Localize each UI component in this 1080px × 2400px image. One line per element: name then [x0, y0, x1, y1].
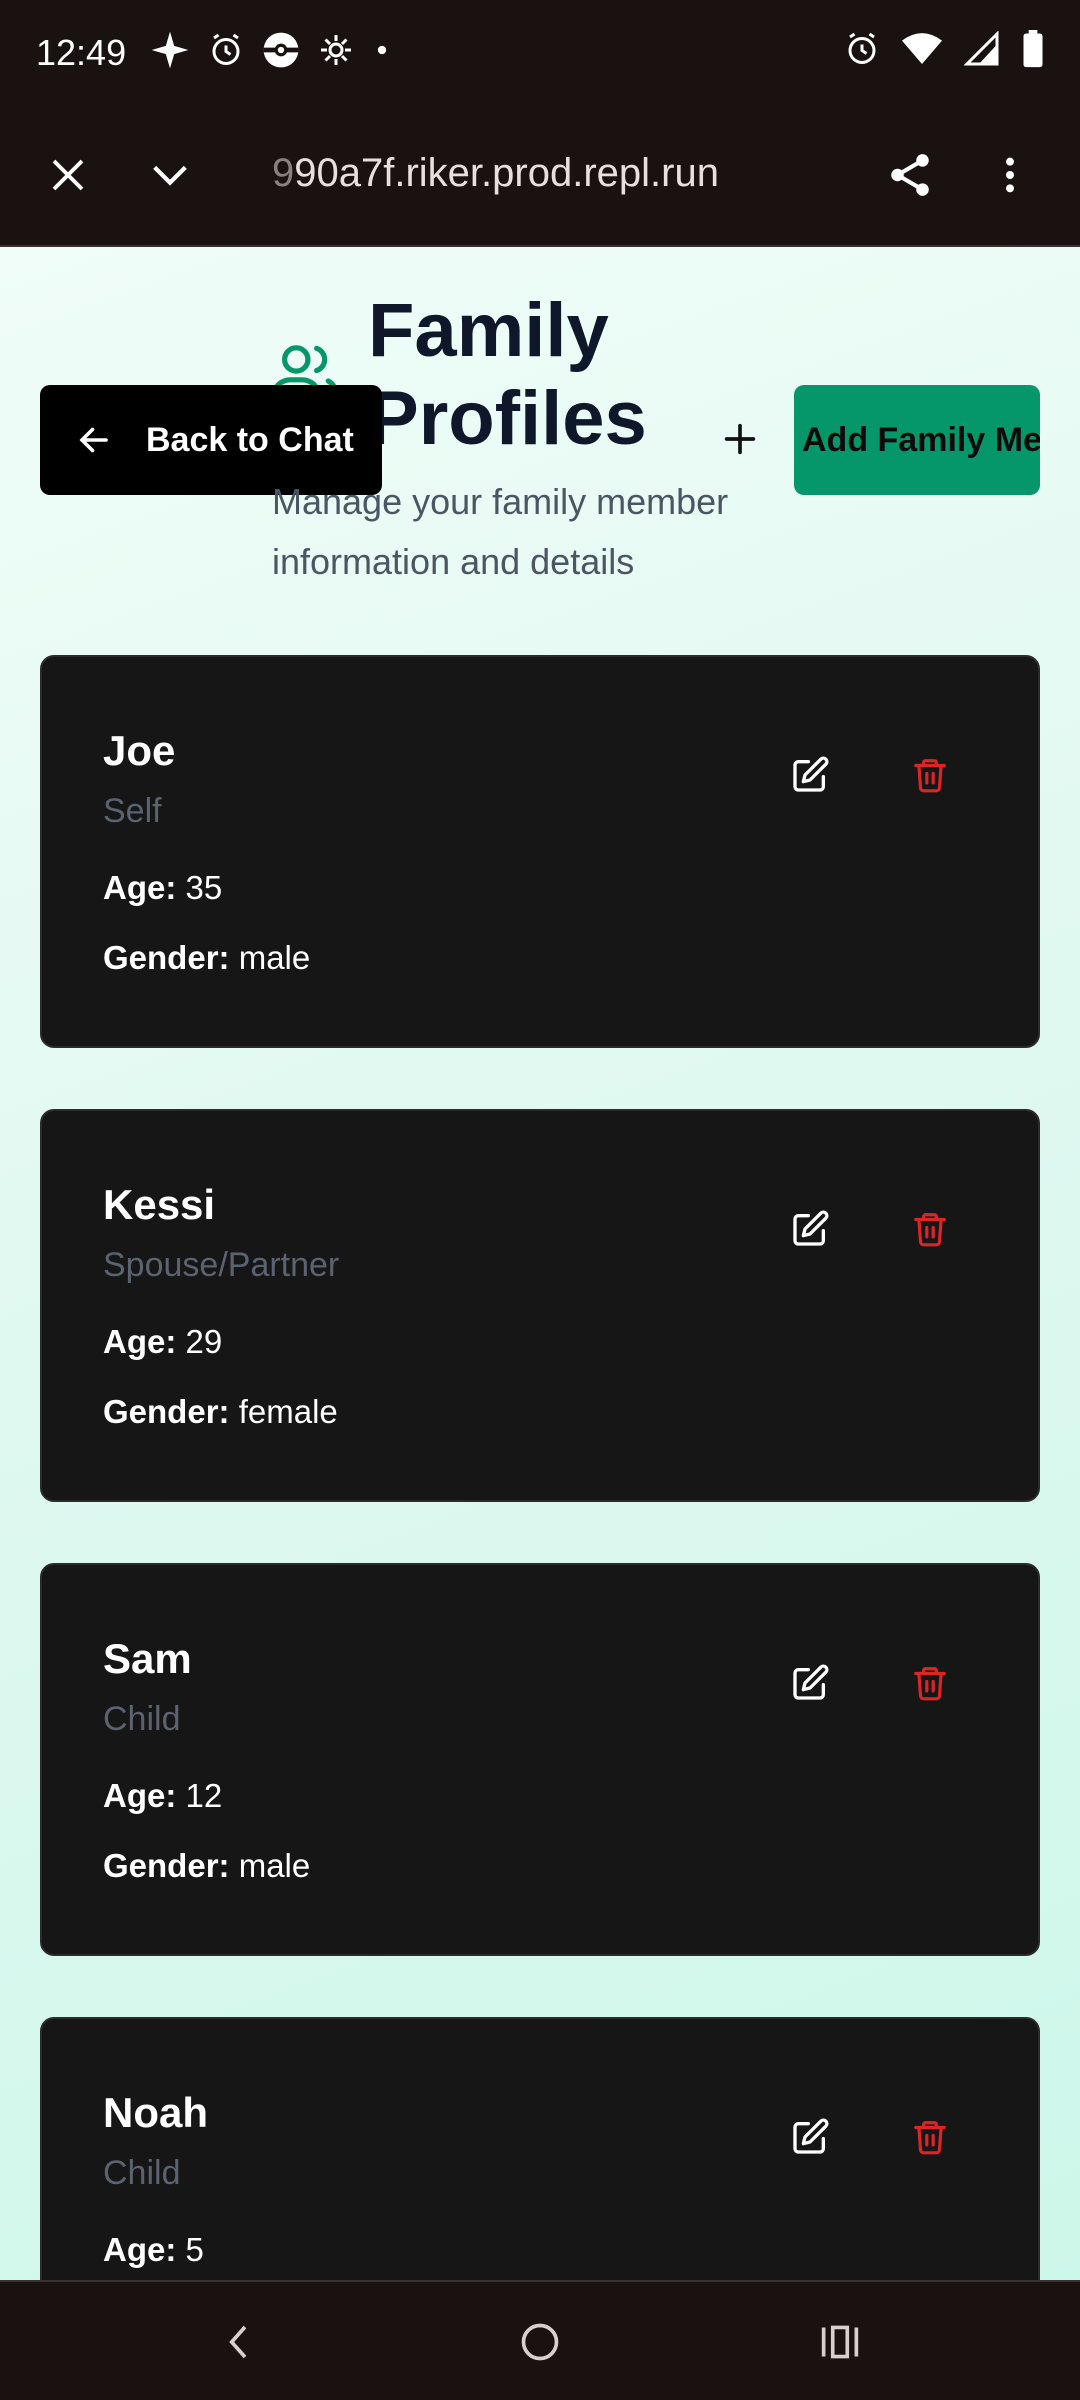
- alarm-icon: [212, 33, 240, 65]
- member-card: Noah Child Age: 5: [40, 2017, 1040, 2280]
- share-button[interactable]: [880, 145, 940, 205]
- nav-back-button[interactable]: [210, 2312, 270, 2372]
- home-circle-icon: [521, 2323, 559, 2361]
- add-family-member-button[interactable]: Add Family Member: [794, 385, 1040, 495]
- status-left-icons: [150, 30, 392, 70]
- delete-button[interactable]: [900, 745, 960, 805]
- age-value: 12: [185, 1777, 223, 1814]
- nav-home-button[interactable]: [510, 2312, 570, 2372]
- page-title: Family Profiles: [368, 288, 647, 461]
- signal-icon: [964, 31, 999, 66]
- url-field[interactable]: 990a7f.riker.prod.repl.run: [272, 151, 719, 196]
- age-label: Age:: [103, 1777, 177, 1814]
- edit-icon: [793, 1210, 829, 1246]
- gender-label: Gender:: [103, 939, 230, 976]
- member-age: Age: 5: [103, 2231, 204, 2269]
- status-time: 12:49: [36, 32, 127, 73]
- nav-recents-button[interactable]: [810, 2312, 870, 2372]
- gender-value: male: [238, 939, 311, 976]
- delete-button[interactable]: [900, 2107, 960, 2167]
- member-relation: Child: [103, 2154, 181, 2192]
- system-nav-bar: [0, 2280, 1080, 2400]
- add-family-member-label: Add Family Member: [802, 420, 1040, 459]
- age-value: 29: [185, 1323, 223, 1360]
- member-relation: Self: [103, 792, 162, 830]
- url-faded-prefix: 9: [272, 151, 295, 195]
- age-value: 5: [185, 2231, 204, 2268]
- edit-icon: [793, 2118, 829, 2154]
- member-age: Age: 29: [103, 1323, 222, 1361]
- member-name: Sam: [103, 1635, 192, 1682]
- trash-icon: [914, 1667, 946, 1701]
- age-label: Age:: [103, 869, 177, 906]
- age-label: Age:: [103, 1323, 177, 1360]
- dot-icon: [377, 45, 387, 55]
- edit-button[interactable]: [780, 2107, 840, 2167]
- delete-button[interactable]: [900, 1199, 960, 1259]
- member-relation: Child: [103, 1700, 181, 1738]
- battery-icon: [1023, 30, 1043, 68]
- collapse-button[interactable]: [140, 145, 200, 205]
- status-right-icons: [844, 30, 1044, 68]
- member-age: Age: 12: [103, 1777, 222, 1815]
- gender-value: male: [238, 1847, 311, 1884]
- edit-icon: [793, 1664, 829, 1700]
- wifi-icon: [902, 33, 942, 64]
- delete-button[interactable]: [900, 1653, 960, 1713]
- gender-value: female: [238, 1393, 338, 1430]
- alarm-icon: [848, 32, 876, 64]
- member-gender: Gender: male: [103, 1847, 310, 1885]
- plus-icon: [724, 423, 756, 455]
- browser-toolbar: 990a7f.riker.prod.repl.run: [0, 105, 1080, 247]
- close-tab-button[interactable]: [38, 145, 98, 205]
- trash-icon: [914, 1213, 946, 1247]
- url-text: 90a7f.riker.prod.repl.run: [294, 151, 719, 195]
- member-name: Noah: [103, 2089, 208, 2136]
- close-icon: [52, 159, 84, 191]
- member-card: Kessi Spouse/Partner Age: 29 Gender: fem…: [40, 1109, 1040, 1502]
- status-bar: 12:49: [0, 0, 1080, 105]
- share-icon: [891, 154, 929, 196]
- back-to-chat-label: Back to Chat: [146, 420, 354, 459]
- recents-icon: [821, 2325, 859, 2359]
- trash-icon: [914, 2121, 946, 2155]
- member-gender: Gender: female: [103, 1393, 338, 1431]
- edit-button[interactable]: [780, 1653, 840, 1713]
- back-chevron-icon: [229, 2325, 247, 2359]
- member-card: Sam Child Age: 12 Gender: male: [40, 1563, 1040, 1956]
- edit-button[interactable]: [780, 745, 840, 805]
- more-vertical-icon: [1006, 157, 1014, 193]
- arrow-left-icon: [79, 427, 108, 453]
- member-name: Kessi: [103, 1181, 216, 1228]
- age-label: Age:: [103, 2231, 177, 2268]
- edit-button[interactable]: [780, 1199, 840, 1259]
- gender-label: Gender:: [103, 1847, 230, 1884]
- gear-sun-icon: [321, 35, 351, 65]
- edit-icon: [793, 756, 829, 792]
- member-gender: Gender: male: [103, 939, 310, 977]
- more-options-button[interactable]: [980, 145, 1040, 205]
- member-name: Joe: [103, 727, 176, 774]
- age-value: 35: [185, 869, 223, 906]
- sparkle-icon: [151, 31, 189, 69]
- trash-icon: [914, 759, 946, 793]
- pokeball-icon: [263, 32, 299, 68]
- gender-label: Gender:: [103, 1393, 230, 1430]
- member-age: Age: 35: [103, 869, 222, 907]
- member-relation: Spouse/Partner: [103, 1246, 340, 1284]
- member-card: Joe Self Age: 35 Gender: male: [40, 655, 1040, 1048]
- page-content: Family Profiles Back to Chat Manage your…: [0, 247, 1080, 2280]
- chevron-down-icon: [153, 165, 187, 186]
- page-subtitle: Manage your family member information an…: [272, 481, 729, 582]
